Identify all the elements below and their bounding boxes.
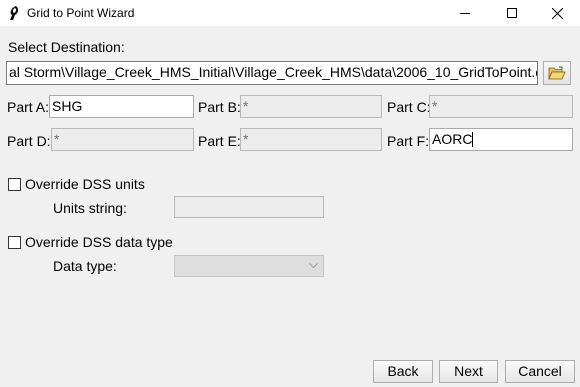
open-folder-icon: [548, 66, 566, 80]
maximize-icon: [507, 8, 517, 18]
override-units-label: Override DSS units: [25, 176, 145, 192]
back-button[interactable]: Back: [373, 360, 433, 383]
part-d-label: Part D:: [7, 133, 51, 149]
part-c-label: Part C:: [387, 99, 431, 115]
part-c-field[interactable]: *: [429, 95, 573, 118]
hec-dss-logo-icon: [10, 6, 19, 20]
minimize-icon: [460, 13, 470, 14]
override-type-label: Override DSS data type: [25, 234, 173, 250]
part-a-label: Part A:: [7, 99, 50, 115]
part-b-label: Part B:: [198, 99, 241, 115]
window-title: Grid to Point Wizard: [27, 6, 135, 20]
override-type-checkbox[interactable]: [8, 236, 21, 249]
close-button[interactable]: [534, 0, 580, 26]
part-e-field[interactable]: *: [240, 128, 382, 151]
close-icon: [551, 7, 563, 19]
data-type-select[interactable]: [174, 255, 324, 277]
title-bar: Grid to Point Wizard: [0, 0, 580, 26]
data-type-label: Data type:: [53, 258, 117, 274]
chevron-down-icon: [309, 263, 318, 269]
part-f-value: AORC: [432, 131, 473, 147]
part-f-label: Part F:: [387, 133, 430, 149]
override-units-checkbox[interactable]: [8, 178, 21, 191]
part-a-field[interactable]: SHG: [49, 95, 194, 118]
units-string-label: Units string:: [53, 200, 127, 216]
part-f-field[interactable]: AORC: [429, 128, 573, 151]
text-caret: [472, 132, 474, 147]
maximize-button[interactable]: [489, 0, 535, 26]
units-string-field[interactable]: [174, 196, 324, 218]
destination-path-field[interactable]: al Storm\Village_Creek_HMS_Initial\Villa…: [6, 61, 538, 85]
browse-button[interactable]: [543, 61, 571, 85]
part-d-field[interactable]: *: [51, 128, 194, 151]
minimize-button[interactable]: [442, 0, 488, 26]
part-e-label: Part E:: [198, 133, 241, 149]
part-b-field[interactable]: *: [240, 95, 382, 118]
select-destination-label: Select Destination:: [8, 39, 125, 55]
cancel-button[interactable]: Cancel: [505, 360, 575, 383]
next-button[interactable]: Next: [439, 360, 498, 383]
